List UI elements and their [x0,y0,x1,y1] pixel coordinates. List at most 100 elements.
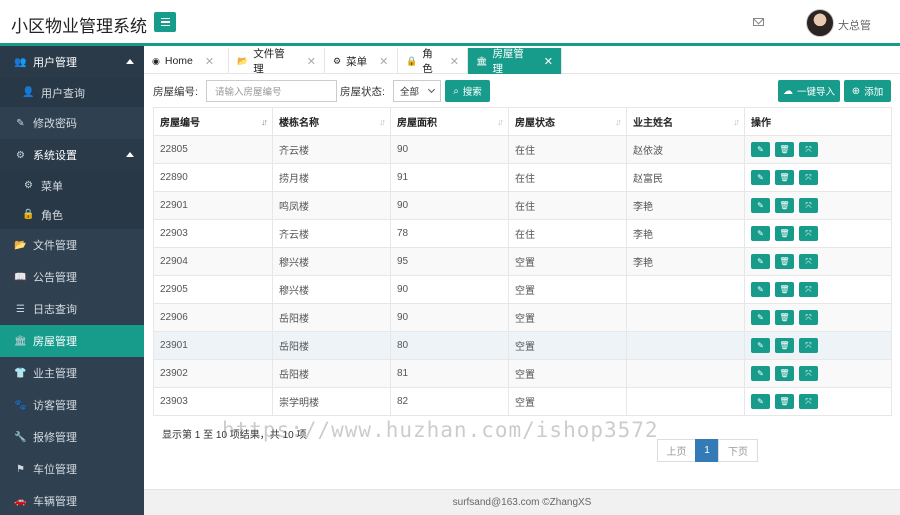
assign-icon[interactable]: ⤧ [799,310,818,325]
sidebar-item-11[interactable]: 🐾 访客管理 [0,389,144,421]
delete-icon[interactable]: 🗑 [775,310,794,325]
avatar[interactable] [806,9,834,37]
user-name[interactable]: 大总管 [838,17,871,33]
column-header[interactable]: 房屋编号 ↓↑ [153,107,273,136]
menu-toggle-button[interactable] [154,12,176,32]
mail-icon[interactable] [753,18,764,26]
sort-icon[interactable]: ↓↑ [733,117,740,127]
table-cell: 在住 [508,191,627,220]
user-icon: 👤 [22,87,35,98]
status-select[interactable]: 全部 [393,80,441,102]
house-no-input[interactable]: 请输入房屋编号 [206,80,337,102]
table-cell [626,359,745,388]
tab-2[interactable]: ⚙ 菜单 ✕ [325,48,398,74]
delete-icon[interactable]: 🗑 [775,338,794,353]
sort-icon[interactable]: ↓↑ [379,117,386,127]
assign-icon[interactable]: ⤧ [799,282,818,297]
sidebar-item-14[interactable]: 🚗 车辆管理 [0,485,144,515]
sidebar-item-8[interactable]: ☰ 日志查询 [0,293,144,325]
table-row: 22906 岳阳楼 90 空置 ✎ 🗑 ⤧ [153,303,892,332]
edit-icon[interactable]: ✎ [751,310,770,325]
sidebar-item-4[interactable]: ⚙ 菜单 [0,171,144,200]
assign-icon[interactable]: ⤧ [799,366,818,381]
table-cell: 90 [390,135,509,164]
delete-icon[interactable]: 🗑 [775,142,794,157]
assign-icon[interactable]: ⤧ [799,226,818,241]
table-cell: 穆兴楼 [272,275,391,304]
close-icon[interactable]: ✕ [205,55,214,68]
assign-icon[interactable]: ⤧ [799,394,818,409]
sidebar-item-1[interactable]: 👤 用户查询 [0,78,144,107]
sidebar-item-9[interactable]: 🏛 房屋管理 [0,325,144,357]
column-header[interactable]: 房屋面积 ↓↑ [390,107,509,136]
tab-0[interactable]: ◉ Home ✕ [144,48,229,74]
table-cell: 22890 [153,163,273,192]
delete-icon[interactable]: 🗑 [775,170,794,185]
close-icon[interactable]: ✕ [450,55,459,68]
edit-icon[interactable]: ✎ [751,366,770,381]
sort-icon[interactable]: ↓↑ [497,117,504,127]
sidebar-item-10[interactable]: 👕 业主管理 [0,357,144,389]
sort-icon[interactable]: ↓↑ [261,117,268,127]
sidebar-item-3[interactable]: ⚙ 系统设置 [0,139,144,171]
prev-page-button[interactable]: 上页 [657,439,696,462]
close-icon[interactable]: ✕ [544,55,553,68]
edit-icon[interactable]: ✎ [751,338,770,353]
delete-icon[interactable]: 🗑 [775,282,794,297]
table-row: 23902 岳阳楼 81 空置 ✎ 🗑 ⤧ [153,359,892,388]
table-cell [626,331,745,360]
tab-4[interactable]: 🏛 房屋管理 ✕ [468,48,562,75]
table-cell: 22805 [153,135,273,164]
page-1-button[interactable]: 1 [695,439,719,462]
delete-icon[interactable]: 🗑 [775,366,794,381]
edit-icon[interactable]: ✎ [751,226,770,241]
table-cell: 22903 [153,219,273,248]
column-header-label: 业主姓名 [633,118,673,129]
table-cell: 95 [390,247,509,276]
assign-icon[interactable]: ⤧ [799,170,818,185]
book-icon: 📖 [14,271,27,283]
sidebar-item-0[interactable]: 👥 用户管理 [0,46,144,78]
table-cell: 23901 [153,331,273,360]
next-page-button[interactable]: 下页 [718,439,758,462]
sidebar-item-label: 用户查询 [41,87,85,100]
add-button[interactable]: ⊕ 添加 [844,80,891,102]
sort-icon[interactable]: ↓↑ [615,117,622,127]
edit-icon[interactable]: ✎ [751,394,770,409]
delete-icon[interactable]: 🗑 [775,394,794,409]
search-button[interactable]: ⌕ 搜索 [445,80,490,102]
sidebar-item-7[interactable]: 📖 公告管理 [0,261,144,293]
table-body: 22805 齐云楼 90 在住 赵依波 ✎ 🗑 ⤧ 22890 捞月楼 91 在住 赵富民 ✎ 🗑 ⤧ 2290… [153,135,892,416]
edit-icon[interactable]: ✎ [751,198,770,213]
tab-label: 文件管理 [253,48,285,75]
actions-cell: ✎ 🗑 ⤧ [744,387,892,416]
sidebar-item-label: 系统设置 [33,150,77,162]
delete-icon[interactable]: 🗑 [775,254,794,269]
column-header[interactable]: 房屋状态 ↓↑ [508,107,627,136]
sidebar-item-6[interactable]: 📂 文件管理 [0,229,144,261]
delete-icon[interactable]: 🗑 [775,198,794,213]
edit-icon[interactable]: ✎ [751,282,770,297]
column-header[interactable]: 业主姓名 ↓↑ [626,107,745,136]
assign-icon[interactable]: ⤧ [799,338,818,353]
sidebar-item-12[interactable]: 🔧 报修管理 [0,421,144,453]
column-header[interactable]: 楼栋名称 ↓↑ [272,107,391,136]
edit-icon[interactable]: ✎ [751,170,770,185]
sidebar-item-2[interactable]: ✎ 修改密码 [0,107,144,139]
tab-3[interactable]: 🔒 角色 ✕ [398,48,468,75]
assign-icon[interactable]: ⤧ [799,142,818,157]
import-button[interactable]: ☁ 一键导入 [778,80,840,102]
edit-icon[interactable]: ✎ [751,142,770,157]
tab-1[interactable]: 📂 文件管理 ✕ [229,48,325,75]
search-button-label: 搜索 [462,87,482,98]
table-cell: 90 [390,303,509,332]
car-icon: 🚗 [14,495,27,507]
close-icon[interactable]: ✕ [307,55,316,68]
assign-icon[interactable]: ⤧ [799,254,818,269]
sidebar-item-13[interactable]: ⚑ 车位管理 [0,453,144,485]
close-icon[interactable]: ✕ [379,55,388,68]
delete-icon[interactable]: 🗑 [775,226,794,241]
assign-icon[interactable]: ⤧ [799,198,818,213]
sidebar-item-5[interactable]: 🔒 角色 [0,200,144,229]
edit-icon[interactable]: ✎ [751,254,770,269]
